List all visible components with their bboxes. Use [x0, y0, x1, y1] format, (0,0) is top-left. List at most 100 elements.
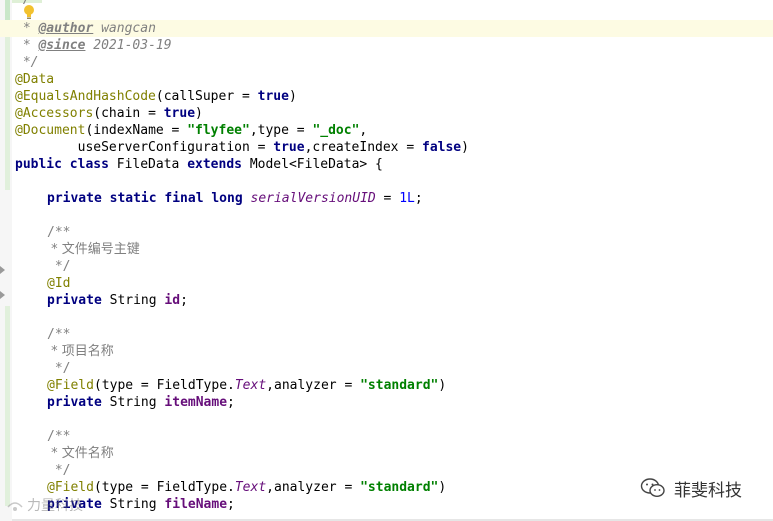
keyword: private	[47, 293, 102, 308]
code-text: (type = FieldType.	[93, 480, 235, 495]
watermark-left: 力量科技	[6, 494, 83, 516]
keyword: private static final long	[47, 191, 243, 206]
annotation: @Id	[47, 276, 71, 291]
code-line: * 项目名称	[47, 343, 773, 360]
code-line: * 文件编号主键	[47, 241, 773, 258]
code-text: ;	[414, 191, 423, 206]
annotation: @Data	[15, 72, 55, 87]
string-literal: "flyfee"	[187, 123, 250, 138]
code-text: )	[438, 378, 447, 393]
code-line: private String id;	[47, 292, 773, 309]
type-name: String	[101, 497, 165, 512]
code-text: (indexName =	[85, 123, 188, 138]
comment-text: 2021-03-19	[85, 38, 172, 53]
code-text: (callSuper =	[155, 89, 258, 104]
type-name: String	[101, 395, 165, 410]
change-marker[interactable]	[5, 0, 10, 20]
change-marker[interactable]	[5, 306, 10, 506]
comment-text: */	[47, 259, 71, 274]
keyword: true	[257, 89, 289, 104]
javadoc-tag: @author	[38, 21, 94, 36]
code-text: (type = FieldType.	[93, 378, 235, 393]
keyword: public class	[15, 157, 109, 172]
watermark-right: 菲斐科技	[640, 476, 742, 501]
annotation: @EqualsAndHashCode	[15, 89, 156, 104]
code-line: /**	[47, 326, 773, 343]
annotation: @Document	[15, 123, 86, 138]
code-line: public class FileData extends Model<File…	[15, 156, 773, 173]
code-line: private static final long serialVersionU…	[47, 190, 773, 207]
keyword: true	[163, 106, 196, 121]
code-line: */	[47, 360, 773, 377]
comment-text: * 文件名称	[47, 446, 114, 461]
code-line: @Accessors(chain = true)	[15, 105, 773, 122]
field-name: id	[164, 293, 181, 308]
signal-icon	[7, 502, 23, 511]
code-line: /**	[47, 428, 773, 445]
lightbulb-icon[interactable]	[22, 4, 36, 20]
field-name: itemName	[164, 395, 228, 410]
number-literal: 1L	[399, 191, 415, 206]
class-name: FileData	[108, 157, 188, 172]
code-text: ,type =	[249, 123, 313, 138]
keyword: true	[273, 140, 305, 155]
keyword: false	[422, 140, 462, 155]
code-line: @Data	[15, 71, 773, 88]
watermark-text: 菲斐科技	[674, 480, 742, 501]
annotation: @Field	[47, 480, 94, 495]
code-text: )	[195, 106, 203, 121]
static-field: Text	[234, 378, 267, 393]
code-line: */	[15, 0, 773, 8]
code-line: * @since 2021-03-19	[15, 38, 172, 53]
code-text: useServerConfiguration =	[15, 140, 274, 155]
static-field: Text	[234, 480, 267, 495]
code-text: ;	[227, 395, 235, 410]
code-text: ,	[359, 123, 368, 138]
comment-text: */	[15, 55, 39, 70]
comment-text: * 项目名称	[47, 344, 114, 359]
keyword: extends	[187, 157, 242, 172]
code-line: /**	[47, 224, 773, 241]
watermark-text: 力量科技	[27, 498, 83, 514]
code-line: @Id	[47, 275, 773, 292]
field-name: fileName	[164, 497, 228, 512]
change-marker[interactable]	[5, 20, 10, 190]
annotation: @Field	[47, 378, 94, 393]
code-line-current: * @author wangcan	[0, 20, 773, 37]
string-literal: "standard"	[360, 480, 439, 495]
comment-text: /**	[47, 225, 71, 240]
code-line: useServerConfiguration = true,createInde…	[15, 139, 773, 156]
code-text: =	[375, 191, 400, 206]
comment-text: /**	[47, 429, 71, 444]
annotation: @Accessors	[15, 106, 94, 121]
code-text: ;	[180, 293, 188, 308]
code-line: @Field(type = FieldType.Text,analyzer = …	[47, 377, 773, 394]
comment-text: */	[47, 463, 71, 478]
static-field: serialVersionUID	[250, 191, 376, 206]
code-line: * 文件名称	[47, 445, 773, 462]
code-text: Model<FileData> {	[242, 157, 383, 172]
fold-arrow-icon[interactable]	[0, 291, 5, 299]
code-text: ,analyzer =	[266, 480, 361, 495]
code-text: )	[438, 480, 447, 495]
string-literal: "standard"	[360, 378, 439, 393]
code-text: ,createIndex =	[304, 140, 422, 155]
code-line: */	[47, 258, 773, 275]
fold-arrow-icon[interactable]	[0, 266, 5, 274]
code-line: */	[15, 54, 773, 71]
code-text: (chain =	[93, 106, 164, 121]
keyword: private	[47, 395, 102, 410]
code-text: ,analyzer =	[266, 378, 361, 393]
wechat-icon	[640, 478, 665, 498]
comment-text: /**	[47, 327, 71, 342]
comment-text: * 文件编号主键	[47, 242, 140, 257]
comment-text: wangcan	[93, 21, 156, 36]
comment-text: */	[47, 361, 71, 376]
type-name: String	[101, 293, 165, 308]
code-line: @Document(indexName = "flyfee",type = "_…	[15, 122, 773, 139]
code-text: )	[461, 140, 469, 155]
javadoc-tag: @since	[38, 38, 86, 53]
code-line: @EqualsAndHashCode(callSuper = true)	[15, 88, 773, 105]
code-text: ;	[227, 497, 235, 512]
string-literal: "_doc"	[312, 123, 360, 138]
